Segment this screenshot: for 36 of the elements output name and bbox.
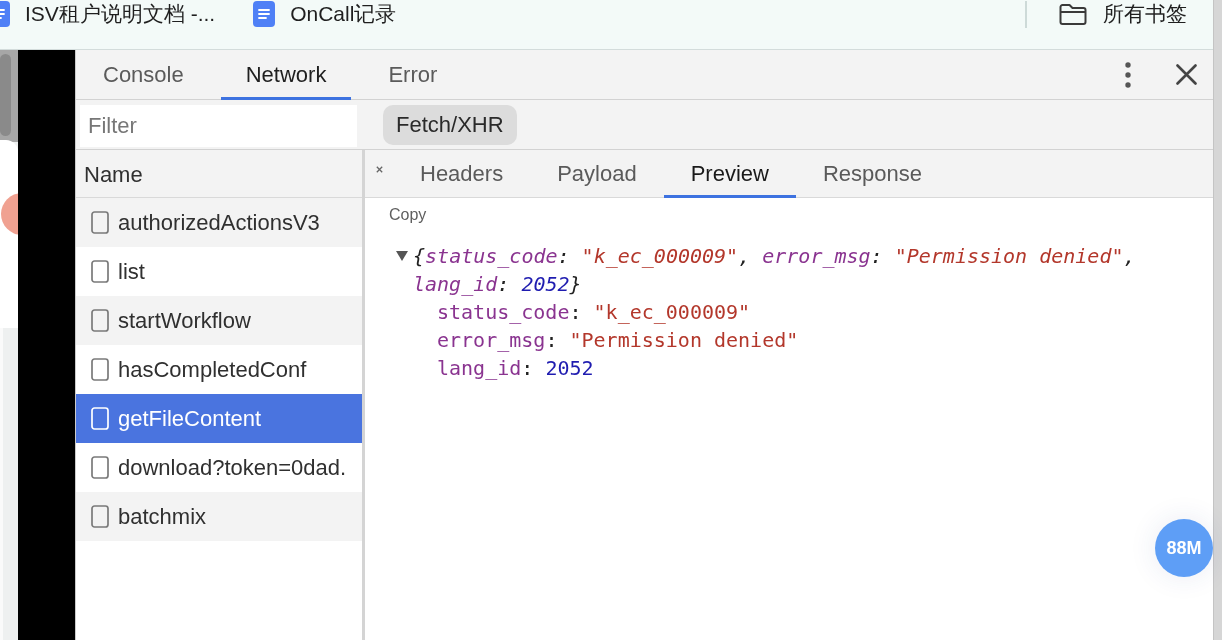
request-row[interactable]: batchmix [76,492,362,541]
file-icon [91,505,109,528]
file-icon [91,456,109,479]
request-row[interactable]: download?token=0dad. [76,443,362,492]
detail-tab[interactable]: Response [795,150,949,198]
more-options-icon[interactable] [1125,61,1131,88]
detail-tab[interactable]: Payload [530,150,664,198]
close-icon[interactable] [376,166,383,173]
column-header[interactable]: Name [76,150,362,198]
request-row[interactable]: hasCompletedConf [76,345,362,394]
object-property: status_code: "k_ec_000009" [437,299,752,326]
all-bookmarks-link[interactable]: 所有书签 [1058,1,1187,27]
object-property: lang_id: 2052 [437,355,595,382]
file-icon [91,309,109,332]
copy-button[interactable]: Copy [389,205,427,225]
file-icon [91,407,109,430]
filter-chip[interactable]: Fetch/XHR [383,104,517,145]
object-property: error_msg: "Permission denied" [437,327,800,354]
bookmark-link[interactable]: OnCall记录 [253,1,397,27]
request-row[interactable]: startWorkflow [76,296,362,345]
object-summary: {status_code: "k_ec_000009", error_msg: "Permission denied", lang_id: 2052} [413,243,1137,298]
filter-field[interactable]: Filter [80,105,357,147]
bookmark-link[interactable]: ISV租户说明文档 -... [0,1,216,27]
request-row[interactable]: list [76,247,362,296]
disclosure-triangle-icon[interactable] [396,250,408,262]
file-icon [91,260,109,283]
panel-tab[interactable]: Error [363,50,463,100]
file-icon [91,358,109,381]
detail-tab[interactable]: Preview [663,150,796,198]
detail-tab[interactable]: Headers [393,150,531,198]
folder-icon [1058,2,1088,26]
request-row[interactable]: getFileContent [76,394,362,443]
panel-tab[interactable]: Console [78,50,209,100]
file-icon [91,211,109,234]
close-icon[interactable] [1176,64,1197,85]
request-row[interactable]: authorizedActionsV3 [76,198,362,247]
